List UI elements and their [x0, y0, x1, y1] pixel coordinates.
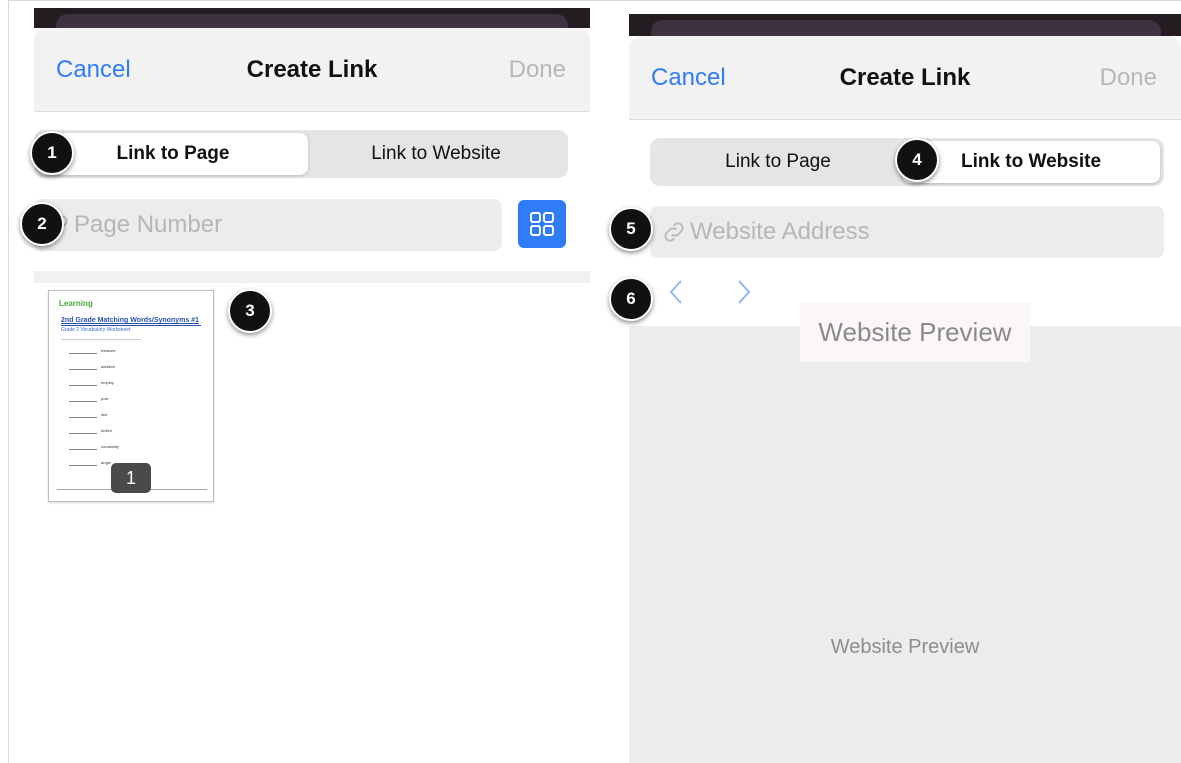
- website-preview-area: [629, 326, 1181, 763]
- dialog-title: Create Link: [839, 64, 971, 91]
- thumbnail-word: dutiful: [101, 428, 112, 433]
- thumbnail-word: pole: [101, 396, 109, 401]
- thumbnail-subtitle: Grade 2 Vocabulary Worksheet: [61, 327, 131, 333]
- thumbnail-title: 2nd Grade Matching Words/Synonyms #1: [61, 317, 199, 324]
- thumbnail-word: employ: [101, 380, 114, 385]
- segment-link-to-page[interactable]: Link to Page: [38, 133, 308, 175]
- frame-top-border: [8, 0, 1181, 1]
- segment-link-to-page[interactable]: Link to Page: [654, 141, 902, 183]
- grid-view-button[interactable]: [518, 200, 566, 248]
- create-link-panel-page: Cancel Create Link Done Link to Page Lin…: [34, 28, 590, 763]
- callout-1: 1: [30, 131, 74, 175]
- page-number-placeholder: Page Number: [74, 211, 223, 238]
- thumbnail-logo: Learning: [59, 299, 93, 308]
- done-button[interactable]: Done: [509, 56, 566, 84]
- website-address-field[interactable]: Website Address: [650, 206, 1164, 258]
- website-address-placeholder: Website Address: [690, 218, 870, 245]
- website-preview-title: Website Preview: [800, 302, 1030, 362]
- link-type-segmented-control: Link to Page Link to Website: [34, 130, 568, 178]
- callout-6: 6: [609, 277, 653, 321]
- dialog-title: Create Link: [246, 56, 378, 83]
- thumbnail-word: treasure: [101, 348, 116, 353]
- callout-4: 4: [895, 138, 939, 182]
- chevron-right-icon[interactable]: [731, 276, 755, 308]
- page-thumbnail[interactable]: Learning 2nd Grade Matching Words/Synony…: [48, 290, 214, 502]
- page-number-badge: 1: [111, 463, 151, 493]
- thumbnail-word: fact: [101, 412, 108, 417]
- website-preview-placeholder: Website Preview: [830, 636, 980, 658]
- page-number-field[interactable]: Page Number: [34, 199, 502, 251]
- segment-link-to-website[interactable]: Link to Website: [308, 133, 564, 175]
- section-divider: [34, 271, 590, 283]
- done-button[interactable]: Done: [1100, 64, 1157, 92]
- thumbnail-word: angle: [101, 460, 111, 465]
- thumbnail-word: addition: [101, 364, 116, 369]
- callout-5: 5: [609, 207, 653, 251]
- callout-2: 2: [20, 202, 64, 246]
- segment-link-to-website[interactable]: Link to Website: [902, 141, 1160, 183]
- frame-left-border: [8, 0, 9, 763]
- grid-icon: [530, 212, 554, 236]
- thumbnail-word: constantly: [101, 444, 120, 449]
- nav-bar: Cancel Create Link Done: [629, 36, 1181, 120]
- chevron-left-icon[interactable]: [665, 276, 689, 308]
- link-icon: [664, 222, 684, 242]
- nav-bar: Cancel Create Link Done: [34, 28, 590, 112]
- callout-3: 3: [228, 289, 272, 333]
